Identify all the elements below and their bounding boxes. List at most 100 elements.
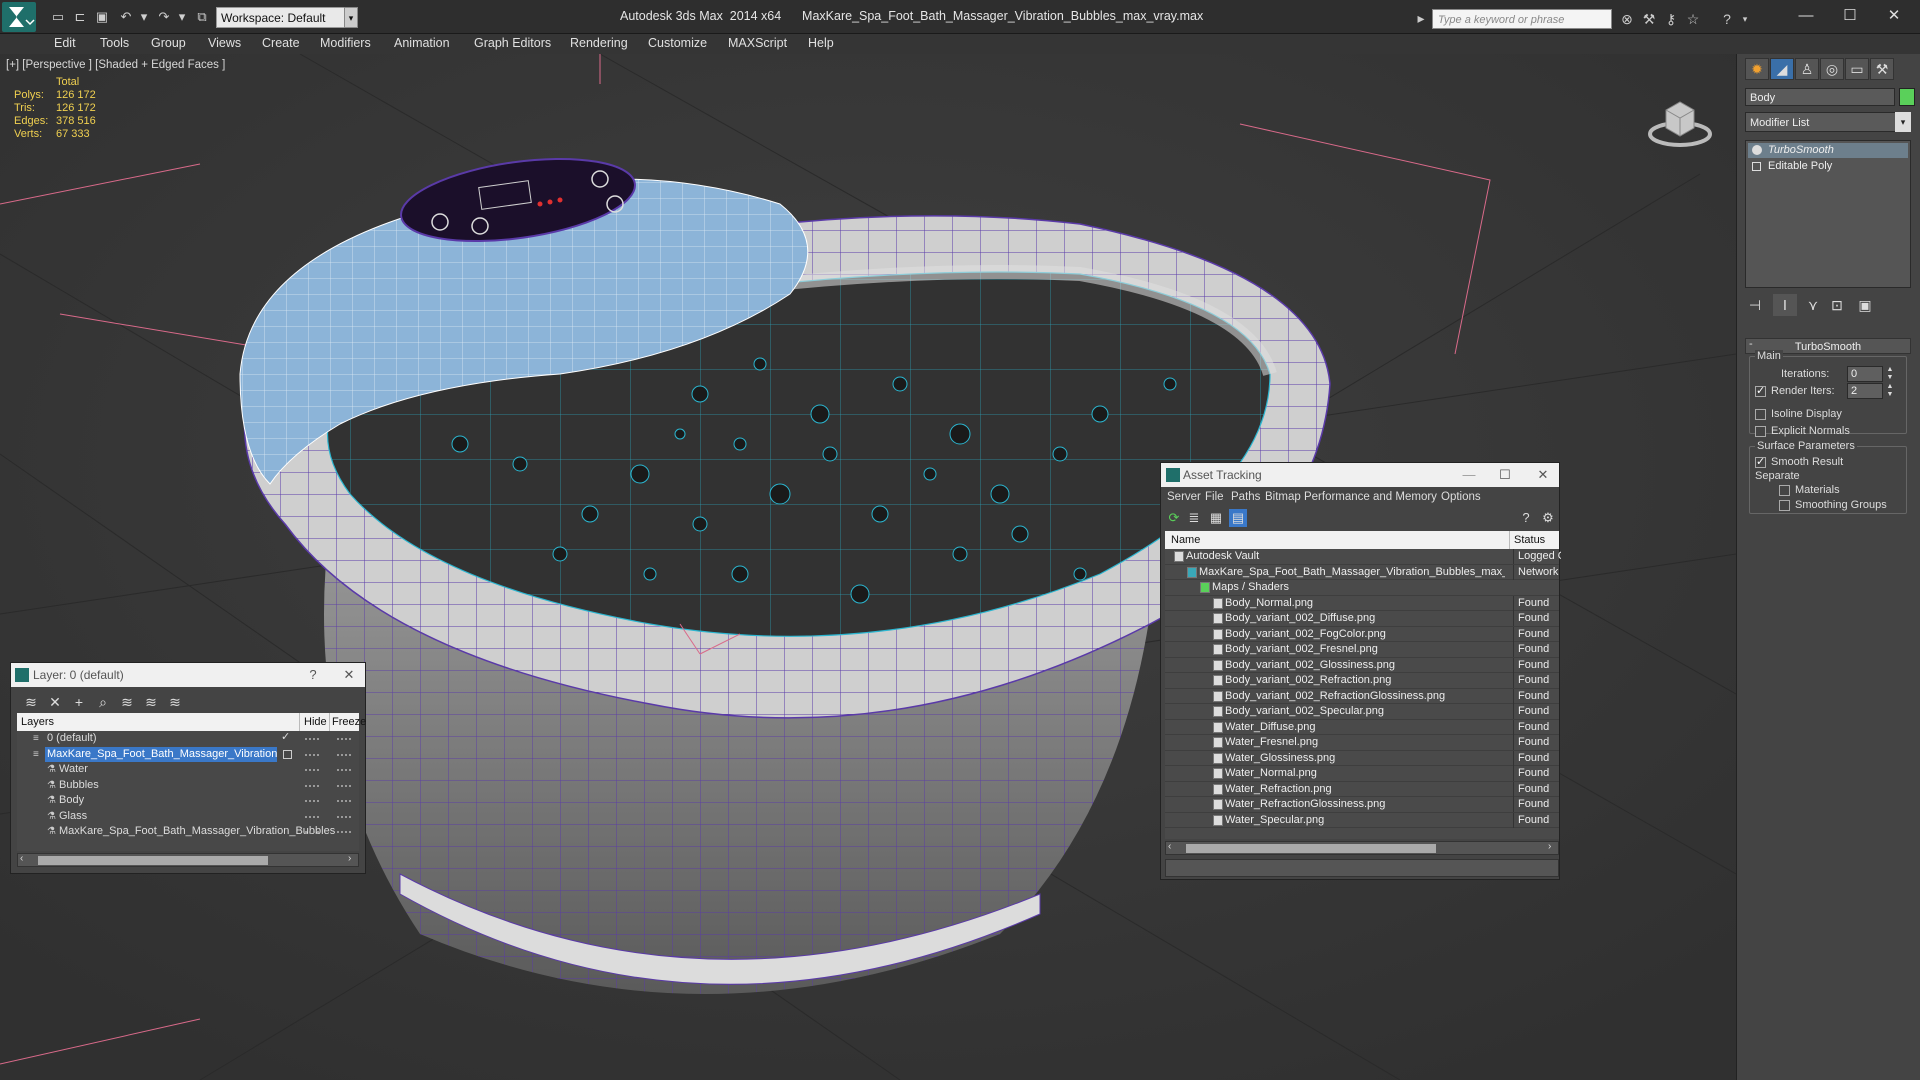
workspace-dropdown[interactable]: Workspace: Default ▾ [216,7,356,28]
asset-row[interactable]: Body_variant_002_Glossiness.png Found [1165,657,1559,673]
project-folder-icon[interactable]: ⧉ [194,9,210,25]
hide-toggle[interactable] [305,753,319,756]
close-icon[interactable]: ✕ [1874,4,1914,28]
asset-row[interactable]: Water_Refraction.png Found [1165,781,1559,797]
remove-modifier-icon[interactable]: ⊡ [1825,294,1849,316]
asset-row[interactable]: Water_Diffuse.png Found [1165,719,1559,735]
asset-row[interactable]: Body_Normal.png Found [1165,595,1559,611]
favorites-icon[interactable]: ☆ [1684,10,1702,28]
menu-graph-editors[interactable]: Graph Editors [474,36,551,50]
make-unique-icon[interactable]: ⋎ [1801,294,1825,316]
select-objects-icon[interactable]: ⌕ [93,693,113,711]
stack-item-editable-poly[interactable]: Editable Poly [1748,159,1908,174]
show-end-result-icon[interactable]: Ⅰ [1773,294,1797,316]
refresh-icon[interactable]: ⟳ [1165,509,1183,527]
freeze-toggle[interactable] [337,738,351,740]
col-status[interactable]: Status [1509,531,1545,549]
horizontal-scrollbar[interactable]: ‹ › [1165,841,1559,855]
menu-customize[interactable]: Customize [648,36,707,50]
freeze-toggle[interactable] [337,753,351,756]
freeze-toggle[interactable] [337,769,351,771]
layer-row[interactable]: ⚗ MaxKare_Spa_Foot_Bath_Massager_Vibratio… [17,824,359,840]
current-layer-check-icon[interactable]: ✓ [281,730,290,745]
delete-layer-icon[interactable]: ✕ [45,693,65,711]
motion-tab-icon[interactable]: ◎ [1820,58,1844,80]
menu-maxscript[interactable]: MAXScript [728,36,787,50]
maximize-icon[interactable]: ☐ [1830,4,1870,28]
asset-row[interactable]: Body_variant_002_RefractionGlossiness.pn… [1165,688,1559,704]
modify-tab-icon[interactable]: ◢ [1770,58,1794,80]
menu-rendering[interactable]: Rendering [570,36,628,50]
help-dropdown-icon[interactable]: ▾ [1736,10,1754,28]
object-name-input[interactable]: Body [1745,88,1895,106]
layer-row[interactable]: ⚗ Water [17,762,359,778]
scroll-left-icon[interactable]: ‹ [1168,841,1171,852]
search-input[interactable]: Type a keyword or phrase [1432,9,1612,29]
menu-paths[interactable]: Paths [1231,491,1260,503]
layer-row[interactable]: ⚗ Glass [17,809,359,825]
highlight-layer-icon[interactable]: ≋ [117,693,137,711]
asset-row[interactable]: Body_variant_002_FogColor.png Found [1165,626,1559,642]
asset-row[interactable]: Water_Normal.png Found [1165,766,1559,782]
search-expand-icon[interactable]: ▸ [1414,9,1428,27]
asset-row[interactable]: Water_Fresnel.png Found [1165,735,1559,751]
asset-row[interactable]: Water_RefractionGlossiness.png Found [1165,797,1559,813]
spinner-arrows-icon[interactable]: ▲ ▼ [1885,383,1895,399]
new-file-icon[interactable]: ▭ [50,9,66,25]
object-color-swatch[interactable] [1899,88,1915,106]
freeze-toggle[interactable] [337,815,351,818]
scroll-right-icon[interactable]: › [1548,841,1551,852]
hide-toggle[interactable] [305,831,319,833]
subscription-icon[interactable]: ⚒ [1640,10,1658,28]
configure-sets-icon[interactable]: ▣ [1853,294,1877,316]
stack-item-turbosmooth[interactable]: TurboSmooth [1748,143,1908,158]
app-logo-icon[interactable] [2,2,36,32]
modifier-list-dropdown[interactable]: Modifier List [1745,112,1909,132]
minimize-icon[interactable]: — [1457,463,1481,487]
hide-toggle[interactable] [305,815,319,818]
layer-row[interactable]: ⚗ Bubbles [17,778,359,794]
layer-row[interactable]: ⚗ Body [17,793,359,809]
menu-animation[interactable]: Animation [394,36,450,50]
menu-views[interactable]: Views [208,36,241,50]
asset-row[interactable]: Body_variant_002_Refraction.png Found [1165,673,1559,689]
layer-row[interactable]: ≡ MaxKare_Spa_Foot_Bath_Massager_Vibratio… [17,746,359,763]
asset-path-field[interactable] [1165,859,1559,877]
chevron-down-icon[interactable]: ▾ [1895,112,1911,132]
hide-toggle[interactable] [305,738,319,740]
create-layer-icon[interactable]: ≋ [21,693,41,711]
freeze-toggle[interactable] [337,784,351,787]
materials-checkbox[interactable] [1779,485,1790,496]
iterations-spinner[interactable]: 0 [1847,366,1883,382]
close-icon[interactable]: ✕ [1531,463,1555,487]
menu-help[interactable]: Help [808,36,834,50]
menu-bitmap-performance[interactable]: Bitmap Performance and Memory [1265,491,1437,503]
explicit-normals-checkbox[interactable] [1755,426,1766,437]
menu-options[interactable]: Options [1441,491,1481,503]
thumbnail-view-icon[interactable]: ▦ [1207,509,1225,527]
scroll-left-icon[interactable]: ‹ [20,853,23,864]
display-tab-icon[interactable]: ▭ [1845,58,1869,80]
minimize-icon[interactable]: — [1786,4,1826,28]
settings-icon[interactable]: ⚙ [1539,509,1557,527]
col-layers[interactable]: Layers [21,713,54,731]
col-hide[interactable]: Hide [299,713,327,731]
horizontal-scrollbar[interactable]: ‹ › [17,853,359,867]
freeze-toggle[interactable] [337,800,351,802]
asset-row[interactable]: MaxKare_Spa_Foot_Bath_Massager_Vibration… [1165,564,1561,580]
help-icon[interactable]: ? [301,663,325,687]
menu-tools[interactable]: Tools [100,36,129,50]
undo-dropdown-icon[interactable]: ▾ [136,9,152,25]
scroll-right-icon[interactable]: › [348,853,351,864]
close-icon[interactable]: ✕ [337,663,361,687]
menu-server[interactable]: Server [1167,491,1201,503]
asset-row[interactable]: Body_variant_002_Diffuse.png Found [1165,611,1559,627]
hide-toggle[interactable] [305,784,319,787]
maximize-icon[interactable]: ☐ [1493,463,1517,487]
freeze-toggle[interactable] [337,831,351,833]
menu-modifiers[interactable]: Modifiers [320,36,371,50]
save-file-icon[interactable]: ▣ [94,9,110,25]
expand-plus-icon[interactable] [1752,162,1761,171]
hierarchy-tab-icon[interactable]: ♙ [1795,58,1819,80]
asset-row[interactable]: Body_variant_002_Fresnel.png Found [1165,642,1559,658]
